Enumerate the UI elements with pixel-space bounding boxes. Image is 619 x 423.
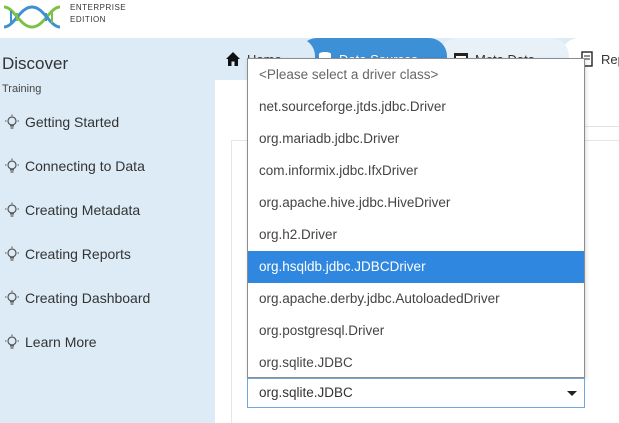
- tab-label: Rep: [601, 51, 619, 67]
- sidebar-item-label: Connecting to Data: [25, 158, 145, 174]
- sidebar-item-getting-started[interactable]: Getting Started: [4, 111, 119, 133]
- sidebar-item-label: Learn More: [25, 334, 97, 350]
- sidebar-item-label: Creating Metadata: [25, 202, 141, 218]
- sidebar-item-creating-metadata[interactable]: Creating Metadata: [4, 199, 140, 221]
- sidebar-item-label: Getting Started: [25, 114, 120, 130]
- driver-class-dropdown-list: <Please select a driver class> net.sourc…: [247, 58, 585, 378]
- lightbulb-icon: [5, 158, 19, 173]
- lightbulb-icon: [5, 246, 19, 261]
- sidebar-item-connecting-to-data[interactable]: Connecting to Data: [4, 155, 145, 177]
- logo-edition-text: ENTERPRISE EDITION: [70, 2, 126, 26]
- sidebar-item-label: Creating Reports: [25, 246, 131, 262]
- lightbulb-icon: [5, 290, 19, 305]
- logo-line-1: ENTERPRISE: [70, 3, 127, 12]
- sidebar-item-learn-more[interactable]: Learn More: [4, 331, 97, 353]
- driver-option[interactable]: org.apache.hive.jdbc.HiveDriver: [248, 187, 584, 219]
- home-icon: [226, 52, 240, 66]
- lightbulb-icon: [5, 114, 19, 129]
- driver-option[interactable]: org.sqlite.JDBC: [248, 347, 584, 379]
- top-header: ENTERPRISE EDITION: [0, 0, 619, 38]
- logo-icon: [3, 5, 61, 29]
- sidebar-item-label: Creating Dashboard: [25, 290, 151, 306]
- driver-class-select[interactable]: org.sqlite.JDBC: [247, 378, 585, 408]
- driver-option[interactable]: net.sourceforge.jtds.jdbc.Driver: [248, 91, 584, 123]
- sidebar-item-creating-dashboard[interactable]: Creating Dashboard: [4, 287, 150, 309]
- sidebar: Discover Training Getting Started Connec…: [0, 38, 215, 423]
- driver-option[interactable]: org.postgresql.Driver: [248, 315, 584, 347]
- caret-down-icon: [567, 391, 577, 396]
- driver-option[interactable]: org.apache.derby.jdbc.AutoloadedDriver: [248, 283, 584, 315]
- lightbulb-icon: [5, 334, 19, 349]
- sidebar-item-creating-reports[interactable]: Creating Reports: [4, 243, 131, 265]
- driver-option[interactable]: org.mariadb.jdbc.Driver: [248, 123, 584, 155]
- sidebar-title: Discover: [2, 54, 69, 73]
- driver-select-value: org.sqlite.JDBC: [259, 385, 353, 400]
- driver-option[interactable]: <Please select a driver class>: [248, 59, 584, 91]
- logo-line-2: EDITION: [70, 15, 106, 24]
- sidebar-subtitle: Training: [2, 83, 42, 95]
- driver-option[interactable]: com.informix.jdbc.IfxDriver: [248, 155, 584, 187]
- lightbulb-icon: [5, 202, 19, 217]
- driver-option[interactable]: org.h2.Driver: [248, 219, 584, 251]
- driver-option-highlighted[interactable]: org.hsqldb.jdbc.JDBCDriver: [248, 251, 584, 283]
